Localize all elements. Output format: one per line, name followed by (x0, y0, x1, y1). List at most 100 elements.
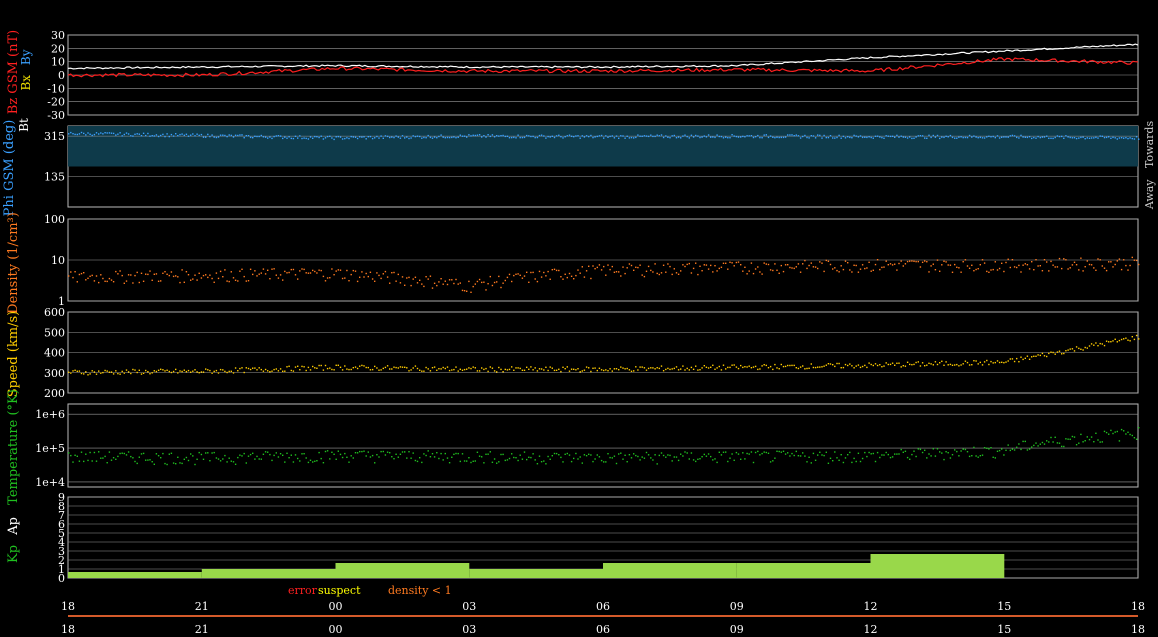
speed-point (93, 371, 96, 373)
density-point (98, 281, 100, 284)
speed-point (207, 369, 209, 371)
phi-point (864, 136, 866, 138)
phi-point (179, 133, 181, 136)
speed-point (1054, 353, 1056, 355)
temperature-point (748, 453, 750, 455)
phi-point (1084, 138, 1086, 140)
density-point (936, 259, 939, 261)
temperature-point (425, 454, 427, 457)
speed-point (909, 363, 911, 366)
density-point (1056, 266, 1059, 268)
temperature-point (669, 454, 671, 457)
density-point (1052, 264, 1054, 266)
density-point (181, 269, 183, 271)
density-point (1065, 259, 1067, 261)
phi-point (1073, 137, 1076, 139)
speed-point (710, 366, 712, 368)
phi-point (346, 137, 348, 139)
density-point (838, 271, 840, 273)
temperature-point (930, 455, 932, 457)
speed-point (761, 365, 763, 367)
speed-point (861, 365, 864, 368)
density-point (570, 275, 573, 277)
phi-point (324, 137, 327, 139)
density-point (511, 280, 513, 283)
phi-point (973, 135, 975, 137)
density-point (1088, 263, 1091, 266)
subtitle: Mag + Solar Wind (68, 17, 190, 32)
phi-point (635, 136, 637, 139)
phi-point (433, 136, 436, 138)
density-point (712, 271, 714, 273)
temperature-point (954, 449, 956, 451)
density-point (423, 285, 425, 288)
density-point (275, 274, 277, 276)
speed-point (121, 370, 123, 373)
temperature-point (759, 454, 761, 456)
temperature-point (817, 454, 819, 456)
speed-point (855, 365, 857, 367)
phi-point (1127, 137, 1129, 140)
speed-point (339, 366, 342, 368)
density-point (442, 283, 444, 285)
phi-point (821, 137, 823, 139)
phi-point (592, 136, 594, 139)
speed-point (538, 368, 541, 370)
speed-point (1095, 342, 1097, 344)
kp-bar (469, 569, 604, 578)
phi-point (564, 136, 566, 138)
temperature-point (461, 453, 464, 455)
temperature-point (1005, 449, 1007, 451)
speed-point (645, 369, 648, 371)
temperature-point (889, 456, 892, 459)
speed-point (356, 367, 359, 370)
phi-point (213, 136, 215, 138)
speed-point (534, 367, 536, 369)
phi-point (326, 135, 329, 138)
speed-point (399, 366, 402, 368)
speed-point (222, 369, 224, 371)
density-point (1001, 262, 1003, 264)
speed-point (725, 368, 727, 370)
density-point (222, 276, 224, 278)
temperature-point (774, 457, 776, 459)
speed-point (1018, 361, 1020, 363)
speed-point (72, 370, 74, 372)
density-point (179, 281, 181, 284)
temperature-point (624, 454, 626, 456)
speed-point (149, 373, 151, 375)
temperature-point (468, 457, 470, 459)
phi-point (861, 136, 864, 139)
speed-point (658, 367, 660, 370)
phi-point (793, 135, 795, 137)
density-point (883, 266, 885, 268)
temperature-point (710, 455, 712, 458)
phi-point (898, 136, 900, 138)
phi-point (680, 137, 682, 139)
phi-point (669, 137, 671, 139)
speed-point (234, 367, 237, 369)
density-point (1127, 269, 1129, 271)
phi-point (226, 135, 228, 138)
density-point (356, 280, 359, 283)
speed-point (1086, 347, 1088, 349)
phi-point (701, 136, 703, 138)
temperature-point (1125, 433, 1127, 435)
density-point (190, 279, 192, 281)
phi-point (658, 135, 660, 137)
density-point (1073, 261, 1076, 263)
time-tick-top: 09 (730, 600, 744, 613)
phi-point (500, 135, 502, 137)
temperature-point (570, 460, 573, 463)
temperature-point (1103, 430, 1106, 433)
density-point (352, 269, 354, 272)
speed-point (881, 366, 883, 368)
temperature-point (966, 451, 969, 453)
density-point (731, 262, 733, 264)
phi-point (643, 135, 646, 137)
temperature-point (973, 446, 975, 449)
temperature-point (772, 460, 774, 462)
speed-point (919, 365, 922, 367)
speed-point (1101, 343, 1103, 345)
phi-point (615, 135, 618, 137)
